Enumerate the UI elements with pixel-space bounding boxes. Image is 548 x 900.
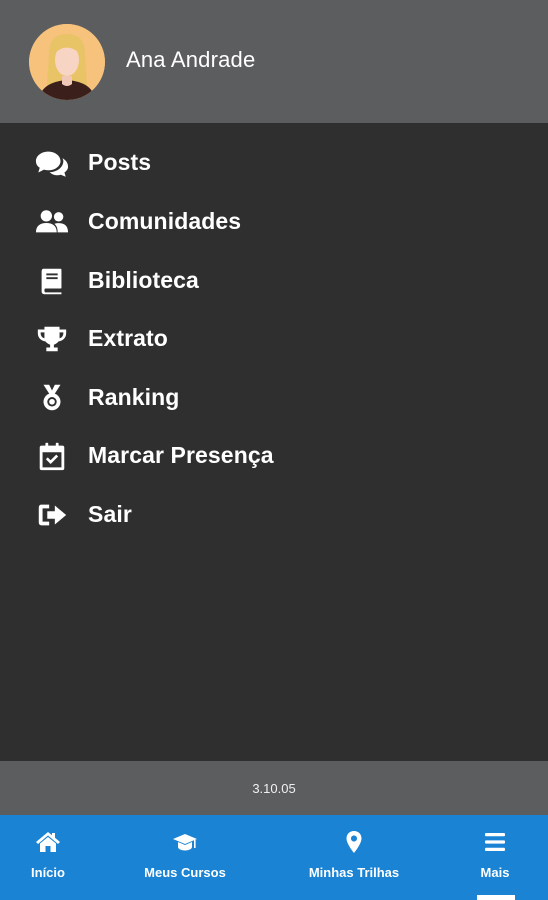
nav-label: Meus Cursos xyxy=(144,865,226,880)
bars-icon xyxy=(481,829,509,855)
menu-item-marcar-presenca[interactable]: Marcar Presença xyxy=(0,429,548,483)
book-icon xyxy=(33,265,71,297)
nav-inicio[interactable]: Início xyxy=(20,815,76,900)
drawer-header: Ana Andrade xyxy=(0,0,548,123)
menu-item-label: Marcar Presença xyxy=(88,442,274,468)
map-marker-icon xyxy=(340,829,368,855)
menu-item-label: Extrato xyxy=(88,325,168,351)
menu-item-extrato[interactable]: Extrato xyxy=(0,312,548,366)
user-name: Ana Andrade xyxy=(126,47,256,72)
menu-item-label: Comunidades xyxy=(88,208,242,234)
version-bar: 3.10.05 xyxy=(0,761,548,815)
menu-item-ranking[interactable]: Ranking xyxy=(0,371,548,425)
woman-avatar-icon xyxy=(29,24,105,100)
drawer-menu: Posts Comunidades Biblioteca Extrato Ran… xyxy=(0,123,548,761)
menu-item-sair[interactable]: Sair xyxy=(0,488,548,542)
menu-item-label: Posts xyxy=(88,149,152,175)
menu-item-comunidades[interactable]: Comunidades xyxy=(0,195,548,249)
medal-icon xyxy=(33,382,71,414)
bottom-navigation: Início Meus Cursos Minhas Trilhas Mais xyxy=(0,815,548,900)
menu-item-biblioteca[interactable]: Biblioteca xyxy=(0,254,548,308)
home-icon xyxy=(34,829,62,855)
nav-label: Minhas Trilhas xyxy=(308,865,400,880)
nav-label: Início xyxy=(31,865,65,880)
graduation-cap-icon xyxy=(171,829,199,855)
nav-minhas-trilhas[interactable]: Minhas Trilhas xyxy=(300,815,408,900)
trophy-icon xyxy=(33,323,71,355)
sign-out-icon xyxy=(33,499,71,531)
calendar-check-icon xyxy=(33,440,71,472)
menu-item-label: Sair xyxy=(88,501,132,527)
menu-item-label: Biblioteca xyxy=(88,267,199,293)
active-tab-indicator xyxy=(477,895,515,900)
app-version: 3.10.05 xyxy=(252,780,296,796)
nav-meus-cursos[interactable]: Meus Cursos xyxy=(135,815,235,900)
menu-item-label: Ranking xyxy=(88,384,180,410)
nav-mais[interactable]: Mais xyxy=(472,815,518,900)
menu-item-posts[interactable]: Posts xyxy=(0,136,548,190)
nav-label: Mais xyxy=(480,865,510,880)
comments-icon xyxy=(33,147,71,179)
users-icon xyxy=(33,206,71,238)
avatar[interactable] xyxy=(29,24,105,100)
